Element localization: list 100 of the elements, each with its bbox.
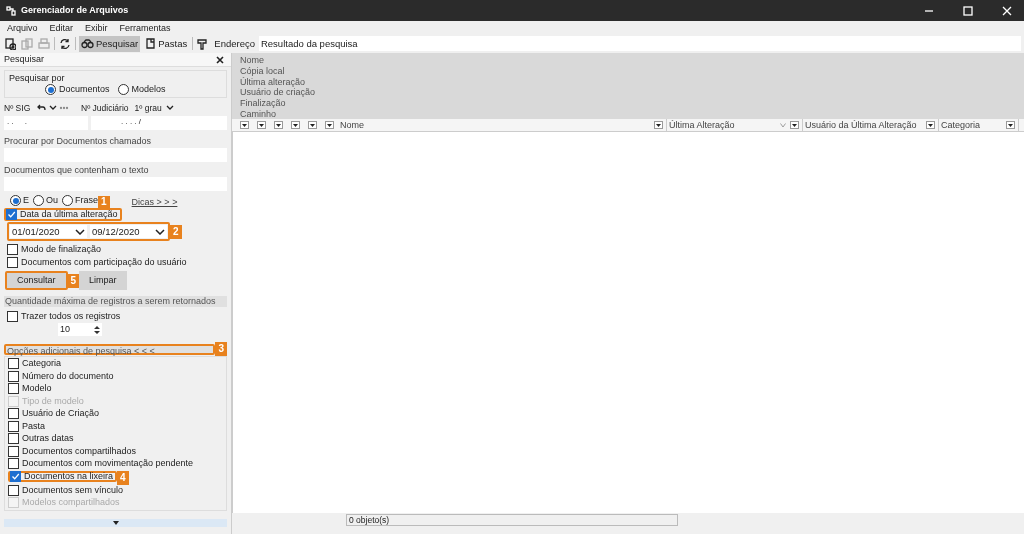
input-field[interactable]: . . . <box>4 116 88 130</box>
toolbar-button[interactable] <box>58 36 72 51</box>
field-label: Procurar por Documentos chamados <box>4 136 153 147</box>
checkbox[interactable] <box>7 244 18 255</box>
filter-button[interactable] <box>274 121 283 129</box>
menu-item[interactable]: Editar <box>49 22 74 34</box>
radio-button[interactable] <box>45 84 56 95</box>
section-header: Opções adicionais de pesquisa < < < <box>4 343 216 355</box>
caret-icon <box>310 123 315 127</box>
action-button[interactable]: Consultar <box>5 271 68 290</box>
toolbar-button[interactable] <box>3 36 17 51</box>
column-option[interactable]: Usuário de criação <box>240 87 316 99</box>
checkbox-label: Outras datas <box>22 433 74 444</box>
checkbox[interactable] <box>10 471 21 483</box>
column-header[interactable]: Última Alteração <box>669 119 735 131</box>
date-field[interactable]: 09/12/2020 <box>90 225 167 238</box>
caret-icon <box>1008 123 1013 127</box>
column-option[interactable]: Nome <box>240 55 264 66</box>
checkbox[interactable] <box>8 433 19 444</box>
action-button[interactable]: Limpar <box>79 271 127 290</box>
check-icon <box>7 210 16 219</box>
checkbox[interactable] <box>8 408 19 419</box>
menu-item[interactable]: Arquivo <box>7 22 38 34</box>
radio-button[interactable] <box>10 195 21 206</box>
field-label: Nº SIG <box>4 102 32 114</box>
window-title: Gerenciador de Arquivos <box>21 5 129 16</box>
column-header[interactable]: Categoria <box>941 119 981 131</box>
checkbox-label: Categoria <box>22 358 62 369</box>
spinner-icon <box>94 324 100 335</box>
checkbox[interactable] <box>8 383 19 394</box>
column-header[interactable]: Usuário da Última Alteração <box>805 119 917 131</box>
page-icon <box>145 37 157 50</box>
filter-button[interactable] <box>257 121 266 129</box>
checkbox[interactable] <box>8 484 19 496</box>
filter-button[interactable] <box>654 121 663 129</box>
toolbar-tab[interactable]: Pastas <box>143 35 190 52</box>
filter-button[interactable] <box>1006 121 1015 129</box>
checkbox[interactable] <box>7 257 18 268</box>
column-option[interactable]: Caminho <box>240 109 277 120</box>
callout-badge: 1 <box>98 196 110 208</box>
checkbox[interactable] <box>8 458 19 469</box>
callout-badge: 3 <box>215 342 227 356</box>
maximize-icon <box>963 5 973 16</box>
checkbox-label: Número do documento <box>22 370 114 382</box>
column-option[interactable]: Última alteração <box>240 76 306 88</box>
checkbox[interactable] <box>7 311 18 322</box>
filter-button[interactable] <box>240 121 249 129</box>
input-field[interactable]: . . . . / <box>91 116 227 130</box>
checkbox-label: Modo de finalização <box>21 244 102 255</box>
caret-icon <box>276 123 281 127</box>
radio-button[interactable] <box>33 195 44 206</box>
checkbox[interactable] <box>8 445 19 457</box>
filter-button[interactable] <box>308 121 317 129</box>
toolbar-tab[interactable]: Pesquisar <box>79 35 141 52</box>
filter-button[interactable] <box>790 121 799 129</box>
field-label: 1º grau <box>134 102 162 114</box>
checkbox[interactable] <box>8 420 19 432</box>
filter-button[interactable] <box>325 121 334 129</box>
undo-icon <box>37 104 46 112</box>
radio-label: Ou <box>46 195 59 206</box>
column-option[interactable]: Cópia local <box>240 65 285 77</box>
close-icon <box>216 55 224 64</box>
caret-icon <box>75 228 85 235</box>
checkbox[interactable] <box>8 370 19 382</box>
checkbox-label: Usuário de Criação <box>22 408 100 419</box>
column-header[interactable]: Nome <box>340 119 364 131</box>
radio-button[interactable] <box>62 195 74 206</box>
checkbox-label: Documentos sem vínculo <box>22 484 124 496</box>
menu-item[interactable]: Exibir <box>85 22 108 34</box>
checkbox-label: Documentos com participação do usuário <box>21 257 187 268</box>
address-field[interactable]: Resultado da pesquisa <box>258 36 1021 51</box>
caret-icon <box>49 105 57 111</box>
caret-icon <box>792 123 797 127</box>
filter-button[interactable] <box>291 121 300 129</box>
filter-button[interactable] <box>926 121 935 129</box>
checkbox-label: Documentos na lixeira <box>24 471 114 483</box>
column-option[interactable]: Finalização <box>240 98 286 109</box>
pin-icon <box>196 37 209 50</box>
close-icon <box>1002 5 1012 16</box>
refresh-icon <box>59 37 71 50</box>
new-document-icon <box>4 37 16 50</box>
caret-icon <box>165 105 174 111</box>
checkbox[interactable] <box>8 358 19 369</box>
status-field: 0 objeto(s) <box>346 514 678 526</box>
checkbox-label: Trazer todos os registros <box>21 311 121 322</box>
tips-link[interactable]: Dicas > > > <box>131 196 178 208</box>
app-icon <box>6 5 16 16</box>
menu-item[interactable]: Ferramentas <box>119 22 171 34</box>
callout-badge: 4 <box>117 470 129 485</box>
number-field[interactable]: 10 <box>58 323 102 336</box>
caret-icon <box>155 228 165 235</box>
more-icon <box>59 106 69 110</box>
date-field[interactable]: 01/01/2020 <box>10 225 87 238</box>
radio-button[interactable] <box>117 84 129 95</box>
checkbox-label: Tipo de modelo <box>22 395 84 407</box>
checkbox-label: Documentos com movimentação pendente <box>22 458 194 469</box>
callout-badge: 2 <box>170 224 182 239</box>
caret-icon <box>928 123 933 127</box>
checkbox[interactable] <box>6 209 17 220</box>
field-label: Documentos que contenham o texto <box>4 165 150 176</box>
